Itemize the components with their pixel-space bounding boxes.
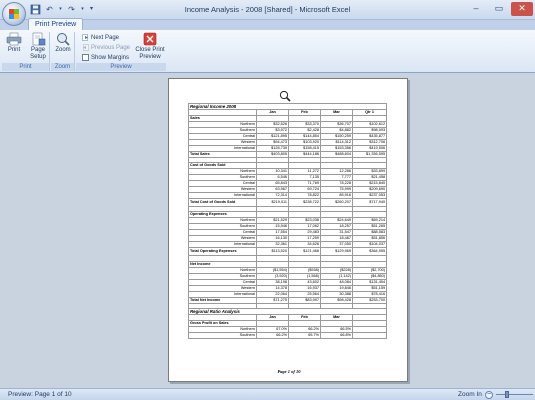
zoom-group: Zoom Zoom xyxy=(51,32,75,71)
preview-page[interactable]: Regional Income 2008 Jan Feb Mar Qtr 1 Sales N… xyxy=(168,78,408,382)
previous-page-label: Previous Page xyxy=(91,44,131,51)
office-button[interactable] xyxy=(2,2,26,26)
page-setup-label-2: Setup xyxy=(30,54,46,60)
show-margins-checkbox[interactable]: Show Margins xyxy=(82,53,129,62)
ratio-row: Southern 66.2% 65.7% 66.8% xyxy=(188,331,388,339)
total-value: $364,955 xyxy=(351,247,388,257)
status-text: Preview: Page 1 of 10 xyxy=(8,391,72,398)
ratio-cell: 66.8% xyxy=(320,331,353,339)
previous-page-button[interactable]: Previous Page xyxy=(82,43,130,52)
row-label: Southern xyxy=(188,331,257,339)
zoom-slider-thumb[interactable] xyxy=(505,391,509,398)
tab-print-preview[interactable]: Print Preview xyxy=(28,18,84,30)
previous-page-icon xyxy=(83,44,89,51)
minimize-icon[interactable]: – xyxy=(465,2,487,16)
table-cell xyxy=(351,331,388,339)
print-label: Print xyxy=(7,47,21,53)
window-controls: – ▭ ✕ xyxy=(465,2,533,16)
total-label: Total Operating Expenses xyxy=(188,247,257,257)
zoom-cursor-icon xyxy=(279,90,291,102)
next-page-button[interactable]: Next Page xyxy=(82,33,119,42)
preview-group: Next Page Previous Page Show Margins Clo… xyxy=(76,32,166,71)
printer-icon xyxy=(6,32,22,46)
preview-group-label: Preview xyxy=(76,63,166,71)
zoom-magnifier-icon xyxy=(57,33,70,46)
total-value: $219,011 xyxy=(256,198,289,208)
close-icon[interactable]: ✕ xyxy=(511,2,533,16)
print-group: Print Page Setup Print xyxy=(2,32,50,71)
next-page-label: Next Page xyxy=(91,34,120,41)
total-label: Total Cost of Goods Sold xyxy=(188,198,257,208)
ratio-cell: 65.7% xyxy=(288,331,321,339)
zoom-slider-track[interactable] xyxy=(496,394,533,395)
zoom-button[interactable]: Zoom xyxy=(53,32,73,54)
close-preview-label-2: Preview xyxy=(139,54,161,60)
ratio-cell: 66.2% xyxy=(256,331,289,339)
total-row: Total Operating Expenses $113,520 $121,466… xyxy=(188,247,388,257)
total-value: $717,940 xyxy=(351,198,388,208)
total-value: $121,466 xyxy=(288,247,321,257)
page-number-footer: Page 1 of 10 xyxy=(277,369,301,374)
total-value: $113,520 xyxy=(256,247,289,257)
close-preview-icon xyxy=(143,32,157,46)
ribbon: Print Page Setup Print Zoom Zoom Next Pa… xyxy=(0,30,535,73)
page-setup-icon xyxy=(32,32,46,46)
zoom-group-label: Zoom xyxy=(51,63,74,71)
maximize-icon[interactable]: ▭ xyxy=(488,2,510,16)
print-button[interactable]: Print xyxy=(4,32,24,54)
zoom-out-icon[interactable]: − xyxy=(485,391,493,399)
close-preview-label-1: Close Print xyxy=(135,47,165,53)
total-value: $260,207 xyxy=(320,198,353,208)
office-logo-icon xyxy=(9,9,19,19)
worksheet-table: Regional Income 2008 Jan Feb Mar Qtr 1 Sales N… xyxy=(187,103,388,339)
print-group-label: Print xyxy=(2,63,49,71)
show-margins-label: Show Margins xyxy=(91,54,130,61)
checkbox-icon xyxy=(82,54,89,61)
page-setup-button[interactable]: Page Setup xyxy=(26,32,50,61)
title-bar: ↶ ▾ ↷ ▾ ▾ Income Analysis - 2008 [Shared… xyxy=(0,0,535,20)
next-page-icon xyxy=(82,34,88,41)
zoom-label: Zoom xyxy=(55,47,71,53)
total-row: Total Cost of Goods Sold $219,011 $238,722… xyxy=(188,198,388,208)
total-value: $238,722 xyxy=(288,198,321,208)
zoom-in-label: Zoom In xyxy=(458,391,482,398)
total-value: $129,969 xyxy=(320,247,353,257)
close-print-preview-button[interactable]: Close Print Preview xyxy=(134,32,166,61)
window-title: Income Analysis - 2008 [Shared] - Micros… xyxy=(184,5,351,14)
page-setup-label-1: Page xyxy=(30,47,45,53)
preview-workspace: Regional Income 2008 Jan Feb Mar Qtr 1 Sales N… xyxy=(0,74,535,388)
status-bar: Preview: Page 1 of 10 Zoom In − xyxy=(0,388,535,400)
